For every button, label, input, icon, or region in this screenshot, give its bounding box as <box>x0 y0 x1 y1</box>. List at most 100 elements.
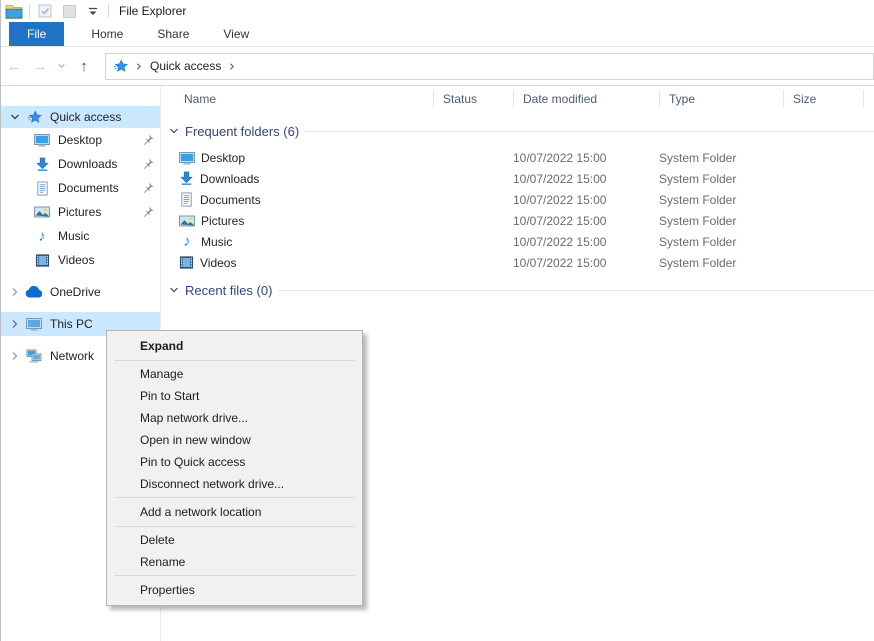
breadcrumb-quick-access[interactable]: Quick access <box>150 59 221 73</box>
column-header-date-modified[interactable]: Date modified <box>513 90 659 108</box>
sidebar-item-desktop[interactable]: Desktop <box>1 128 160 152</box>
column-header-type[interactable]: Type <box>659 90 783 108</box>
file-type: System Folder <box>659 193 783 207</box>
desktop-icon <box>179 150 195 166</box>
pin-icon <box>142 158 154 170</box>
film-icon <box>179 255 194 270</box>
file-date-modified: 10/07/2022 15:00 <box>513 235 659 249</box>
download-arrow-icon <box>179 171 194 186</box>
file-explorer-folder-icon <box>5 2 23 20</box>
tab-file[interactable]: File <box>9 22 64 46</box>
table-row-videos[interactable]: Videos 10/07/2022 15:00 System Folder <box>161 252 874 273</box>
chevron-right-icon[interactable] <box>9 287 21 297</box>
quick-access-star-icon <box>25 110 43 125</box>
sidebar-item-downloads[interactable]: Downloads <box>1 152 160 176</box>
table-row-downloads[interactable]: Downloads 10/07/2022 15:00 System Folder <box>161 168 874 189</box>
menu-item-manage[interactable]: Manage <box>107 363 362 385</box>
title-bar: File Explorer <box>1 0 874 22</box>
sidebar-item-quick-access[interactable]: Quick access <box>1 106 160 128</box>
document-icon <box>33 181 51 196</box>
chevron-right-icon[interactable] <box>9 351 21 361</box>
sidebar-item-label: Pictures <box>58 205 101 219</box>
window-title: File Explorer <box>119 4 186 18</box>
group-rule <box>278 290 874 291</box>
network-icon <box>25 348 43 364</box>
breadcrumb-chevron-icon[interactable] <box>228 62 236 71</box>
menu-item-disconnect-network-drive[interactable]: Disconnect network drive... <box>107 473 362 495</box>
table-row-desktop[interactable]: Desktop 10/07/2022 15:00 System Folder <box>161 147 874 168</box>
group-header-frequent-folders[interactable]: Frequent folders (6) <box>161 122 874 140</box>
sidebar-item-pictures[interactable]: Pictures <box>1 200 160 224</box>
file-date-modified: 10/07/2022 15:00 <box>513 151 659 165</box>
tab-share[interactable]: Share <box>140 22 206 46</box>
file-name: Videos <box>200 256 236 270</box>
menu-item-rename[interactable]: Rename <box>107 551 362 573</box>
file-date-modified: 10/07/2022 15:00 <box>513 214 659 228</box>
chevron-right-icon[interactable] <box>9 319 21 329</box>
column-header-name[interactable]: Name <box>161 90 433 108</box>
pin-icon <box>142 182 154 194</box>
titlebar-divider <box>29 4 30 18</box>
file-type: System Folder <box>659 151 783 165</box>
recent-locations-chevron-icon[interactable] <box>53 59 69 73</box>
sidebar-item-label: This PC <box>50 317 93 331</box>
menu-item-add-network-location[interactable]: Add a network location <box>107 500 362 524</box>
menu-item-expand[interactable]: Expand <box>107 334 362 358</box>
quick-access-star-icon <box>113 59 128 74</box>
address-bar[interactable]: Quick access <box>105 53 874 80</box>
music-note-icon: ♪ <box>179 234 195 249</box>
file-type: System Folder <box>659 256 783 270</box>
forward-icon[interactable]: → <box>27 59 53 74</box>
sidebar-item-onedrive[interactable]: OneDrive <box>1 280 160 304</box>
column-header-spacer <box>863 90 874 108</box>
table-row-pictures[interactable]: Pictures 10/07/2022 15:00 System Folder <box>161 210 874 231</box>
chevron-down-icon[interactable] <box>9 112 21 122</box>
group-header-recent-files[interactable]: Recent files (0) <box>161 281 874 299</box>
menu-item-delete[interactable]: Delete <box>107 529 362 551</box>
chevron-down-icon[interactable] <box>169 285 179 295</box>
table-row-documents[interactable]: Documents 10/07/2022 15:00 System Folder <box>161 189 874 210</box>
desktop-icon <box>33 132 51 148</box>
menu-item-open-in-new-window[interactable]: Open in new window <box>107 429 362 451</box>
sidebar-item-videos[interactable]: Videos <box>1 248 160 272</box>
file-type: System Folder <box>659 172 783 186</box>
pin-icon <box>142 134 154 146</box>
file-type: System Folder <box>659 214 783 228</box>
file-name: Desktop <box>201 151 245 165</box>
tab-view[interactable]: View <box>206 22 266 46</box>
ribbon-tab-bar: File Home Share View <box>1 22 874 47</box>
pin-icon <box>142 206 154 218</box>
file-type: System Folder <box>659 235 783 249</box>
column-header-row: Name Status Date modified Type Size <box>161 86 874 112</box>
group-label: Frequent folders (6) <box>185 124 299 139</box>
frequent-folders-list: Desktop 10/07/2022 15:00 System Folder D… <box>161 147 874 273</box>
column-header-size[interactable]: Size <box>783 90 863 108</box>
context-menu: Expand Manage Pin to Start Map network d… <box>106 330 363 606</box>
menu-item-pin-to-quick-access[interactable]: Pin to Quick access <box>107 451 362 473</box>
back-icon[interactable]: ← <box>1 59 27 74</box>
menu-separator <box>114 575 355 576</box>
film-icon <box>33 253 51 268</box>
menu-item-properties[interactable]: Properties <box>107 578 362 602</box>
menu-item-pin-to-start[interactable]: Pin to Start <box>107 385 362 407</box>
chevron-down-icon[interactable] <box>169 126 179 136</box>
menu-separator <box>114 360 355 361</box>
sidebar-item-music[interactable]: ♪ Music <box>1 224 160 248</box>
breadcrumb-chevron-icon[interactable] <box>135 62 143 71</box>
sidebar-item-label: OneDrive <box>50 285 101 299</box>
table-row-music[interactable]: ♪ Music 10/07/2022 15:00 System Folder <box>161 231 874 252</box>
new-item-icon[interactable] <box>60 2 78 20</box>
up-icon[interactable]: ↑ <box>69 58 99 75</box>
sidebar-item-label: Desktop <box>58 133 102 147</box>
group-rule <box>305 131 874 132</box>
file-name: Music <box>201 235 232 249</box>
file-name: Downloads <box>200 172 259 186</box>
titlebar-divider <box>108 4 109 18</box>
menu-item-map-network-drive[interactable]: Map network drive... <box>107 407 362 429</box>
picture-icon <box>179 213 195 229</box>
customize-toolbar-dropdown-icon[interactable] <box>84 2 102 20</box>
properties-check-icon[interactable] <box>36 2 54 20</box>
tab-home[interactable]: Home <box>74 22 140 46</box>
sidebar-item-documents[interactable]: Documents <box>1 176 160 200</box>
column-header-status[interactable]: Status <box>433 90 513 108</box>
